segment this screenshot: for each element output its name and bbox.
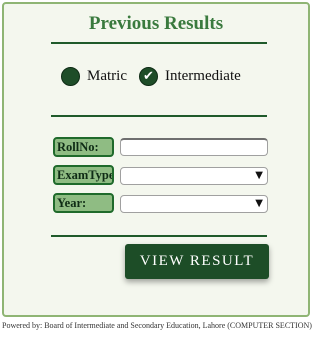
footer-credit: Powered by: Board of Intermediate and Se… (2, 321, 312, 330)
rollno-label: RollNo: (53, 137, 114, 157)
checkmark-icon: ✔ (143, 69, 154, 84)
dropdown-arrow-icon: ▼ (255, 170, 263, 181)
divider (51, 235, 267, 237)
radio-matric[interactable] (61, 67, 80, 86)
year-select[interactable]: ▼ (120, 195, 268, 213)
year-label: Year: (53, 193, 114, 213)
examtype-label: ExamType (53, 165, 114, 185)
results-panel: Previous Results Matric ✔ Intermediate R… (2, 2, 310, 317)
radio-intermediate-label[interactable]: Intermediate (165, 68, 241, 85)
radio-intermediate[interactable]: ✔ (138, 67, 158, 86)
exam-level-radio-group: Matric ✔ Intermediate (61, 67, 253, 86)
examtype-select[interactable]: ▼ (120, 167, 268, 185)
divider (51, 115, 267, 117)
dropdown-arrow-icon: ▼ (255, 198, 263, 209)
rollno-input[interactable] (120, 138, 268, 156)
page-title: Previous Results (88, 13, 224, 34)
radio-matric-label[interactable]: Matric (87, 68, 127, 85)
divider (51, 42, 267, 44)
view-result-button[interactable]: VIEW RESULT (125, 244, 269, 279)
